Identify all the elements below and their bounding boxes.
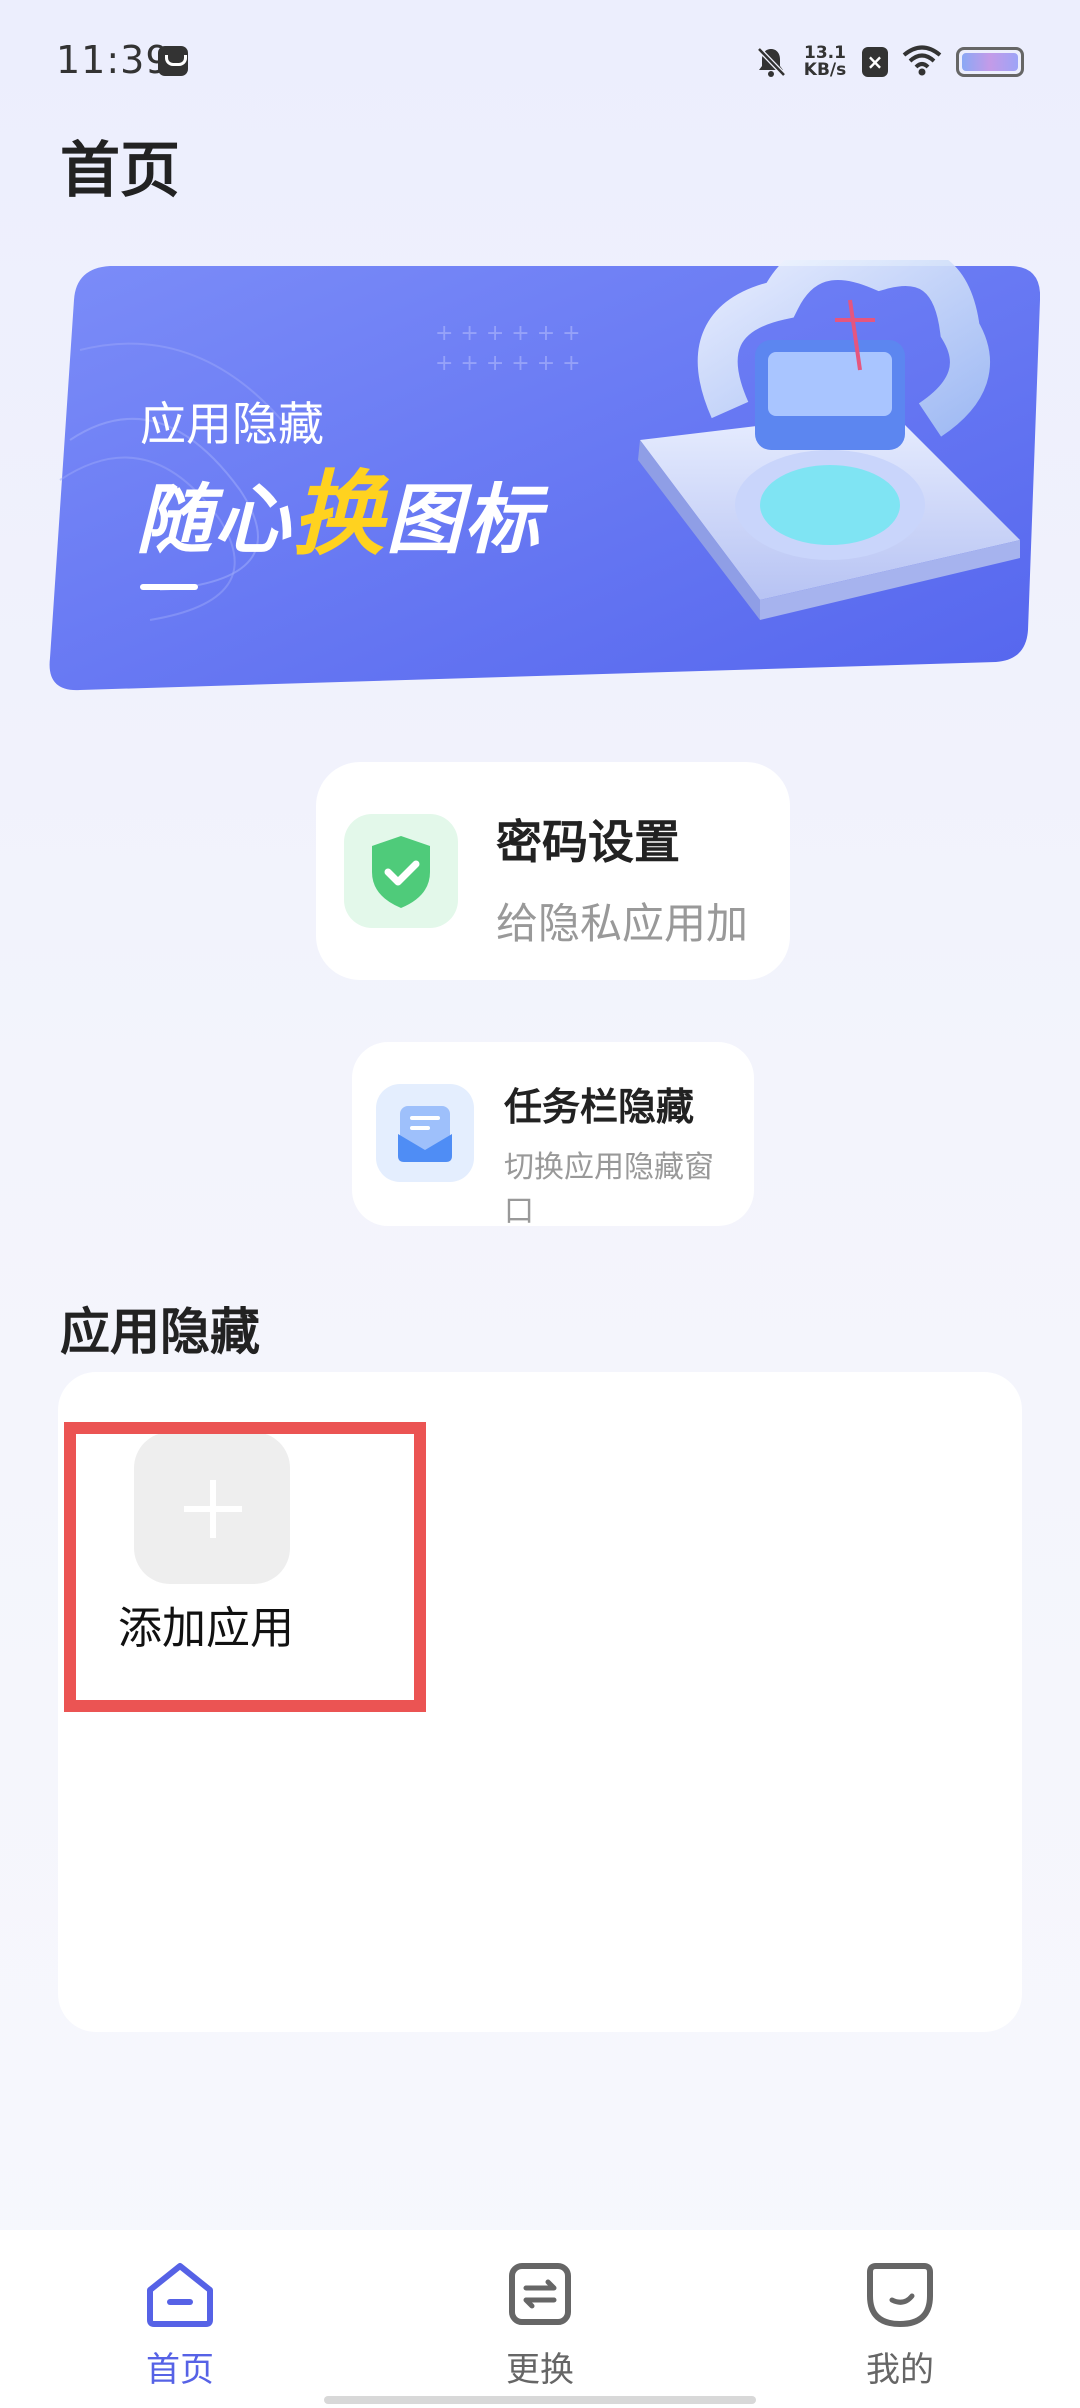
banner-headline: 随心换图标 [136, 440, 542, 573]
page-title: 首页 [60, 136, 180, 206]
mute-bell-icon [754, 45, 788, 79]
shield-check-icon [344, 814, 458, 928]
svg-text:+ + + + + +: + + + + + + [435, 321, 581, 346]
nav-label-swap: 更换 [506, 2350, 574, 2390]
password-settings-subtitle: 给隐私应用加 [496, 899, 749, 948]
status-time: 11:39 [56, 38, 171, 82]
taskbar-hide-title: 任务栏隐藏 [504, 1085, 695, 1129]
nav-item-swap[interactable]: 更换 [440, 2260, 640, 2390]
add-app-highlight [64, 1422, 426, 1712]
notification-app-icon [158, 46, 188, 76]
profile-face-icon [867, 2263, 933, 2327]
home-icon [147, 2263, 213, 2327]
battery-icon [956, 47, 1024, 77]
password-settings-card[interactable]: 密码设置 给隐私应用加 [316, 762, 790, 980]
wifi-icon [902, 44, 942, 80]
promo-banner[interactable]: + + + + + + + + + + + + 应用隐藏 随心换图标 [40, 260, 1040, 700]
bottom-nav: 首页 更换 我的 [0, 2230, 1080, 2408]
net-speed: 13.1 KB/s [802, 45, 848, 79]
banner-dash [140, 584, 198, 590]
nav-label-mine: 我的 [866, 2350, 934, 2390]
battery-level [962, 53, 1018, 71]
password-settings-title: 密码设置 [496, 815, 680, 869]
section-title-app-hide: 应用隐藏 [60, 1303, 260, 1361]
svg-text:+ + + + + +: + + + + + + [435, 351, 581, 376]
taskbar-hide-subtitle: 切换应用隐藏窗口 [504, 1150, 714, 1226]
nav-label-home: 首页 [146, 2350, 214, 2390]
banner-headline-part2: 图标 [386, 475, 543, 564]
envelope-icon [376, 1084, 474, 1182]
swap-icon [509, 2263, 571, 2325]
banner-headline-highlight: 换 [292, 461, 387, 568]
home-indicator[interactable] [324, 2396, 756, 2404]
close-notification-icon: × [862, 47, 888, 77]
nav-item-mine[interactable]: 我的 [800, 2260, 1000, 2390]
banner-headline-part1: 随心 [136, 475, 292, 564]
net-speed-unit: KB/s [803, 60, 847, 80]
status-icons: 13.1 KB/s × [754, 40, 1024, 84]
status-bar: 11:39 13.1 KB/s × [0, 0, 1080, 110]
nav-item-home[interactable]: 首页 [80, 2260, 280, 2390]
taskbar-hide-card[interactable]: 任务栏隐藏 切换应用隐藏窗口 [352, 1042, 754, 1226]
